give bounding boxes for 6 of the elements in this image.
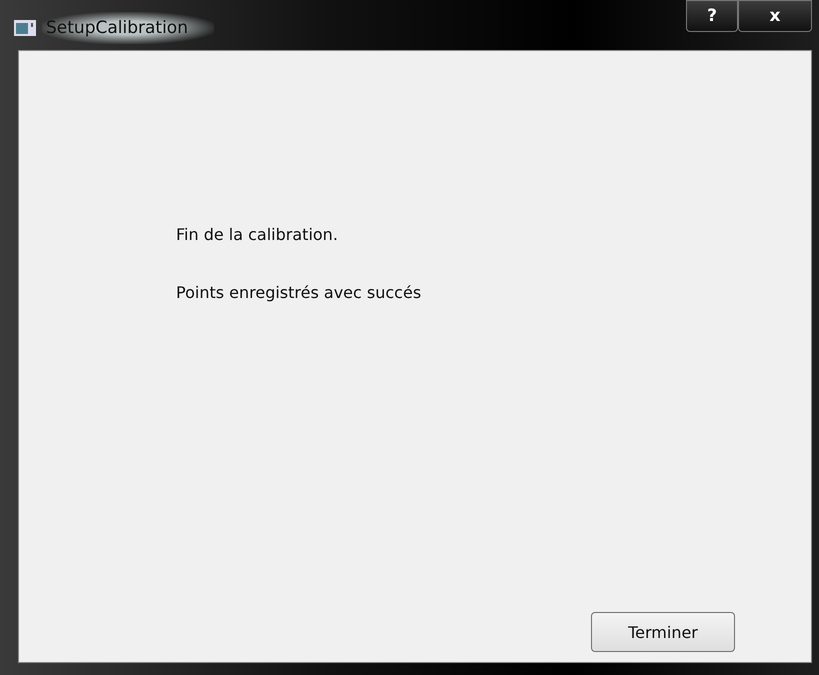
close-button[interactable]: x [738,0,812,32]
help-button[interactable]: ? [686,0,738,32]
finish-button[interactable]: Terminer [591,612,735,652]
app-icon [14,20,36,36]
message-text: Points enregistrés avec succés [176,283,422,302]
message-text: Fin de la calibration. [176,225,339,244]
